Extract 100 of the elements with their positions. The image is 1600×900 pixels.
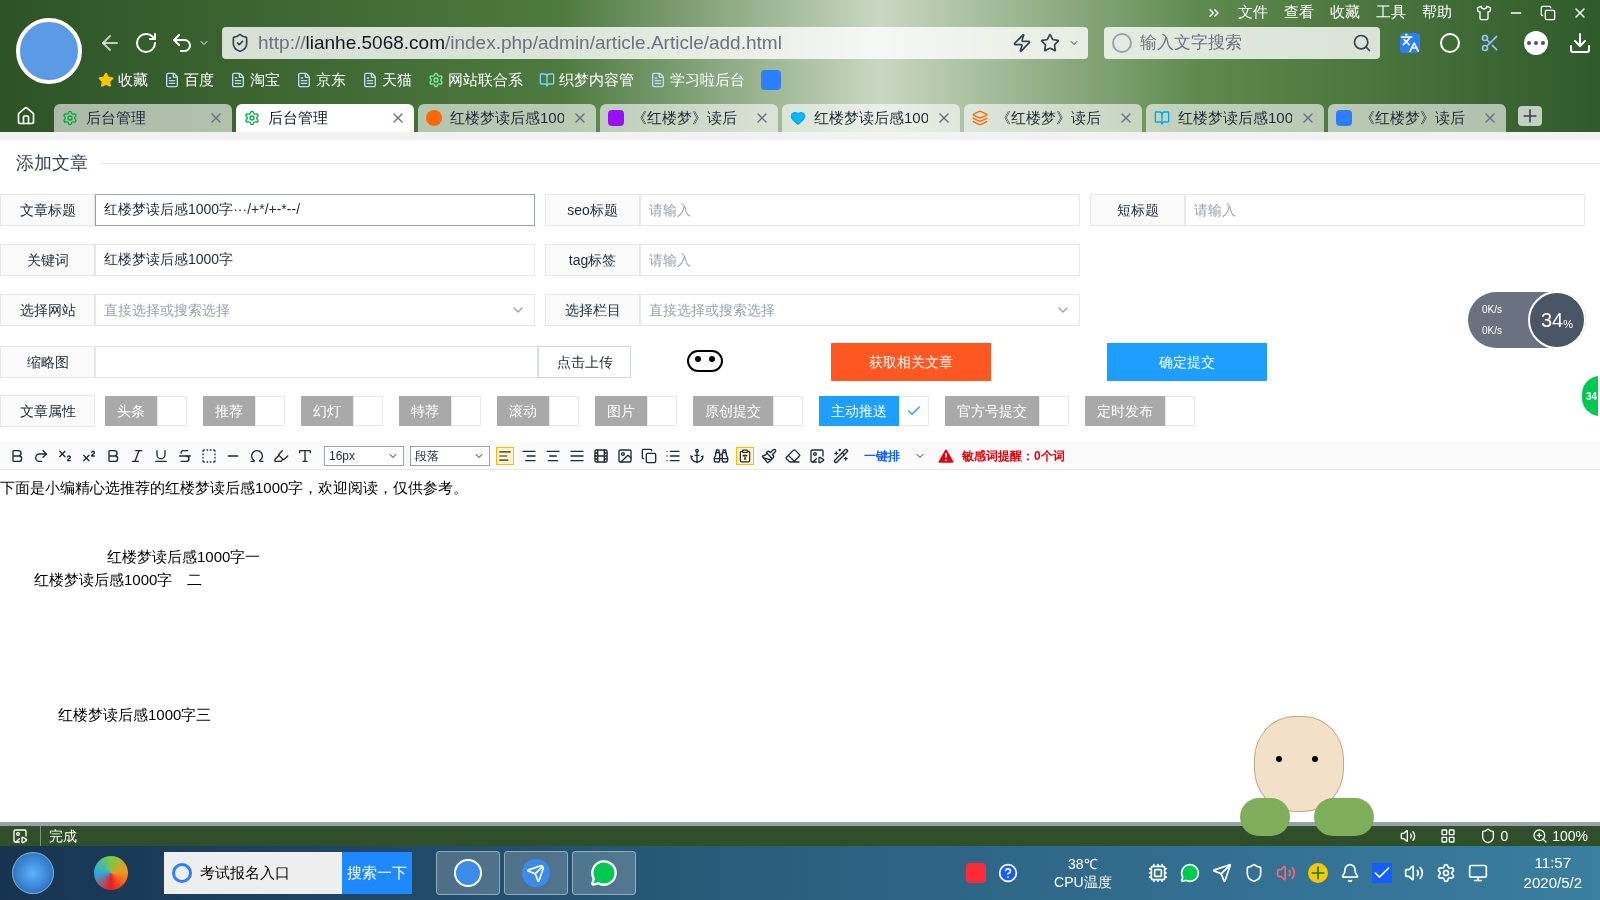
skin-icon[interactable]: [1476, 4, 1492, 21]
browser-tab[interactable]: 红楼梦读后感100: [418, 104, 596, 132]
menu-item[interactable]: 文件: [1238, 1, 1268, 24]
bookmark-link[interactable]: 百度: [164, 68, 214, 92]
paragraph-select[interactable]: 段落: [410, 445, 490, 466]
taskbar-app[interactable]: [504, 851, 568, 895]
text-field[interactable]: 红楼梦读后感1000字···/+*/+-*--/: [95, 194, 535, 226]
bell-icon[interactable]: [1339, 863, 1360, 883]
font-size-select[interactable]: 16px: [324, 445, 404, 466]
eraser-icon[interactable]: [784, 446, 802, 465]
text-field[interactable]: 请输入: [640, 244, 1080, 276]
attribute-checkbox[interactable]: [647, 396, 677, 426]
menu-item[interactable]: 帮助: [1422, 1, 1452, 24]
paste-text-icon[interactable]: [736, 446, 754, 465]
page-icon: [650, 72, 666, 88]
bookmark-link[interactable]: 收藏: [98, 68, 148, 92]
lightning-icon[interactable]: [1012, 33, 1032, 53]
zoom-icon[interactable]: [1532, 828, 1549, 844]
home-icon[interactable]: [16, 106, 36, 126]
restore-icon[interactable]: [1540, 4, 1556, 21]
volume-icon[interactable]: [1403, 863, 1424, 883]
reload-icon[interactable]: [134, 31, 158, 55]
new-tab-icon[interactable]: [1518, 106, 1542, 126]
image-icon[interactable]: [616, 446, 634, 465]
select-field[interactable]: 直接选择或搜索选择: [95, 294, 535, 326]
attribute-checkbox[interactable]: [1165, 396, 1195, 426]
search-icon[interactable]: [1352, 33, 1372, 53]
upload-button[interactable]: 点击上传: [538, 346, 631, 378]
browser-tab[interactable]: 《红楼梦》读后: [600, 104, 778, 132]
bookmark-star-icon[interactable]: [1040, 33, 1060, 53]
text-field[interactable]: 请输入: [640, 194, 1080, 226]
network-icon[interactable]: [1467, 863, 1488, 883]
volume-icon[interactable]: [1400, 828, 1417, 844]
taskbar-app[interactable]: [572, 851, 636, 895]
anchor-icon[interactable]: [688, 446, 706, 465]
grid-icon[interactable]: [1440, 828, 1457, 844]
thumbnail-field[interactable]: [95, 346, 538, 378]
attribute-checkbox[interactable]: [255, 396, 285, 426]
bookmark-link[interactable]: 网站联合系: [428, 68, 523, 92]
sidebar-toggle-icon[interactable]: [12, 828, 28, 844]
browser-tab[interactable]: 《红楼梦》读后: [964, 104, 1142, 132]
scissors-icon[interactable]: [1480, 33, 1500, 53]
menu-item[interactable]: 查看: [1284, 1, 1314, 24]
attribute-checkbox[interactable]: [1039, 396, 1069, 426]
plus-icon[interactable]: [1307, 863, 1328, 883]
page-icon: [164, 72, 180, 88]
address-bar[interactable]: http://lianhe.5068.com/index.php/admin/article.Article/add.html: [222, 27, 1088, 59]
search-input[interactable]: 输入文字搜索: [1140, 30, 1344, 56]
submit-button[interactable]: 确定提交: [1107, 343, 1267, 381]
auto-format-button[interactable]: 一键排: [856, 446, 908, 465]
browser-tab[interactable]: 红楼梦读后感100: [1146, 104, 1324, 132]
gear-icon[interactable]: [1435, 863, 1456, 883]
copy-icon[interactable]: [640, 446, 658, 465]
download-icon[interactable]: [1568, 31, 1592, 55]
browser-tab[interactable]: 后台管理: [54, 104, 232, 132]
field-label: 选择栏目: [545, 294, 640, 326]
brush-icon[interactable]: [760, 446, 778, 465]
help-icon[interactable]: [998, 863, 1019, 883]
film-icon[interactable]: [592, 446, 610, 465]
tab-title: 《红楼梦》读后: [1360, 107, 1466, 128]
wand-icon[interactable]: [832, 446, 850, 465]
search-field[interactable]: 输入文字搜索: [1104, 27, 1380, 59]
browser-tab[interactable]: 《红楼梦》读后: [1328, 104, 1506, 132]
text-field[interactable]: 请输入: [1185, 194, 1585, 226]
attribute-checkbox[interactable]: [157, 396, 187, 426]
menu-item[interactable]: 收藏: [1330, 1, 1360, 24]
binoculars-icon[interactable]: [712, 446, 730, 465]
colorful-app-icon[interactable]: [94, 856, 128, 890]
menu-item[interactable]: 工具: [1376, 1, 1406, 24]
attribute-checkbox[interactable]: [899, 396, 929, 426]
paper-plane-icon[interactable]: [1211, 863, 1232, 883]
attribute-label[interactable]: 主动推送: [819, 396, 899, 426]
bookmark-link[interactable]: 京东: [296, 68, 346, 92]
boxed-text-icon[interactable]: [200, 446, 218, 465]
attribute-checkbox[interactable]: [451, 396, 481, 426]
taskbar-search-field[interactable]: 考试报名入口: [164, 852, 342, 894]
attribute-checkbox[interactable]: [353, 396, 383, 426]
chat-icon[interactable]: [1179, 863, 1200, 883]
select-field[interactable]: 直接选择或搜索选择: [640, 294, 1080, 326]
browser-tab[interactable]: 红楼梦读后感100: [782, 104, 960, 132]
picture-icon[interactable]: [808, 446, 826, 465]
align-left-icon[interactable]: [496, 446, 514, 465]
start-button[interactable]: [12, 852, 54, 894]
text-field[interactable]: 红楼梦读后感1000字: [95, 244, 535, 276]
undo-icon[interactable]: [170, 31, 194, 55]
translate-icon[interactable]: [1400, 33, 1420, 53]
attribute-checkbox[interactable]: [549, 396, 579, 426]
bookmark-link[interactable]: 学习啦后台: [650, 68, 745, 92]
browser-tab[interactable]: 后台管理: [236, 104, 414, 132]
bookmark-link[interactable]: 织梦内容管: [539, 68, 634, 92]
bookmark-link[interactable]: 淘宝: [230, 68, 280, 92]
bookmark-link[interactable]: 天猫: [362, 68, 412, 92]
fetch-articles-button[interactable]: 获取相关文章: [831, 343, 991, 381]
taskbar-search-button[interactable]: 搜索一下: [342, 852, 412, 894]
attribute-checkbox[interactable]: [773, 396, 803, 426]
shield-icon[interactable]: [1480, 828, 1497, 844]
more-icon[interactable]: [1524, 31, 1548, 55]
chip-icon[interactable]: [1147, 863, 1168, 883]
taskbar-app[interactable]: [436, 851, 500, 895]
check-icon[interactable]: [1371, 863, 1392, 883]
